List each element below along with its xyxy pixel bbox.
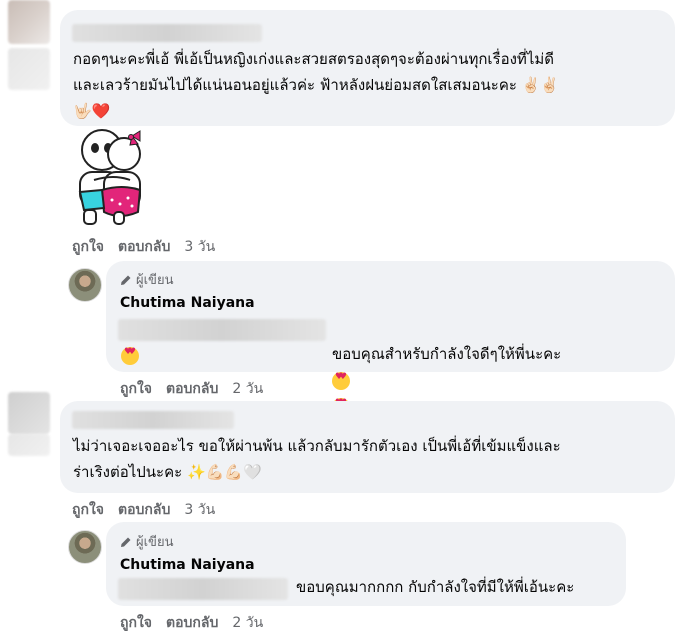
reply-button[interactable]: ตอบกลับ [166,612,218,634]
reply-button[interactable]: ตอบกลับ [118,236,170,258]
hug-sticker [74,128,154,226]
comment-text: กอดๆนะคะพี่เอ้ พี่เอ้เป็นหญิงเก่งและสวยส… [73,50,560,120]
author-badge: ผู้เขียน [120,531,173,552]
comment-text: ไม่ว่าเจอะเจออะไร ขอให้ผ่านพ้น แล้วกลับม… [73,437,561,481]
commenter-avatar-shadow [8,434,50,456]
commenter-avatar[interactable] [8,392,50,434]
reply-time[interactable]: 2 วัน [232,378,263,400]
comment-bubble: ไม่ว่าเจอะเจออะไร ขอให้ผ่านพ้น แล้วกลับม… [60,401,675,493]
redacted-text [118,319,326,341]
comment-time[interactable]: 3 วัน [184,236,215,258]
heart-eyes-emoji [332,371,350,390]
redacted-text [118,578,288,600]
heart-eyes-emoji [121,346,139,365]
author-badge-label: ผู้เขียน [136,273,174,288]
like-button[interactable]: ถูกใจ [120,378,152,400]
comment-actions: ถูกใจ ตอบกลับ 3 วัน [72,499,215,521]
author-badge: ผู้เขียน [120,269,173,290]
comment-actions: ถูกใจ ตอบกลับ 3 วัน [72,236,215,258]
commenter-avatar-shadow [8,48,50,90]
reply-text: ขอบคุณมากกกก กับกำลังใจที่มีให้พี่เอ้นะค… [296,578,575,596]
author-name[interactable]: Chutima Naiyana [120,557,255,573]
reply-time[interactable]: 2 วัน [232,612,263,634]
pencil-icon [121,537,131,547]
author-avatar[interactable] [68,268,102,302]
comment-bubble: กอดๆนะคะพี่เอ้ พี่เอ้เป็นหญิงเก่งและสวยส… [60,10,675,126]
commenter-avatar[interactable] [8,0,50,44]
pencil-icon [121,275,131,285]
reply-bubble: ผู้เขียน Chutima Naiyana ขอบคุณมากกกก กั… [106,522,626,606]
reply-button[interactable]: ตอบกลับ [118,499,170,521]
reply-actions: ถูกใจ ตอบกลับ 2 วัน [120,378,263,400]
reply-bubble: ผู้เขียน Chutima Naiyana ขอบคุณสำหรับกำล… [106,261,675,416]
commenter-name[interactable] [72,24,262,42]
author-avatar[interactable] [68,530,102,564]
like-button[interactable]: ถูกใจ [120,612,152,634]
reply-button[interactable]: ตอบกลับ [166,378,218,400]
commenter-name[interactable] [72,411,234,429]
like-button[interactable]: ถูกใจ [72,499,104,521]
author-badge-label: ผู้เขียน [136,535,174,550]
comment-time[interactable]: 3 วัน [184,499,215,521]
reply-text-content: ขอบคุณสำหรับกำลังใจดีๆให้พี่นะคะ [332,345,562,363]
author-name[interactable]: Chutima Naiyana [120,295,255,311]
reply-actions: ถูกใจ ตอบกลับ 2 วัน [120,612,263,634]
hug-sticker-image [78,129,142,225]
like-button[interactable]: ถูกใจ [72,236,104,258]
